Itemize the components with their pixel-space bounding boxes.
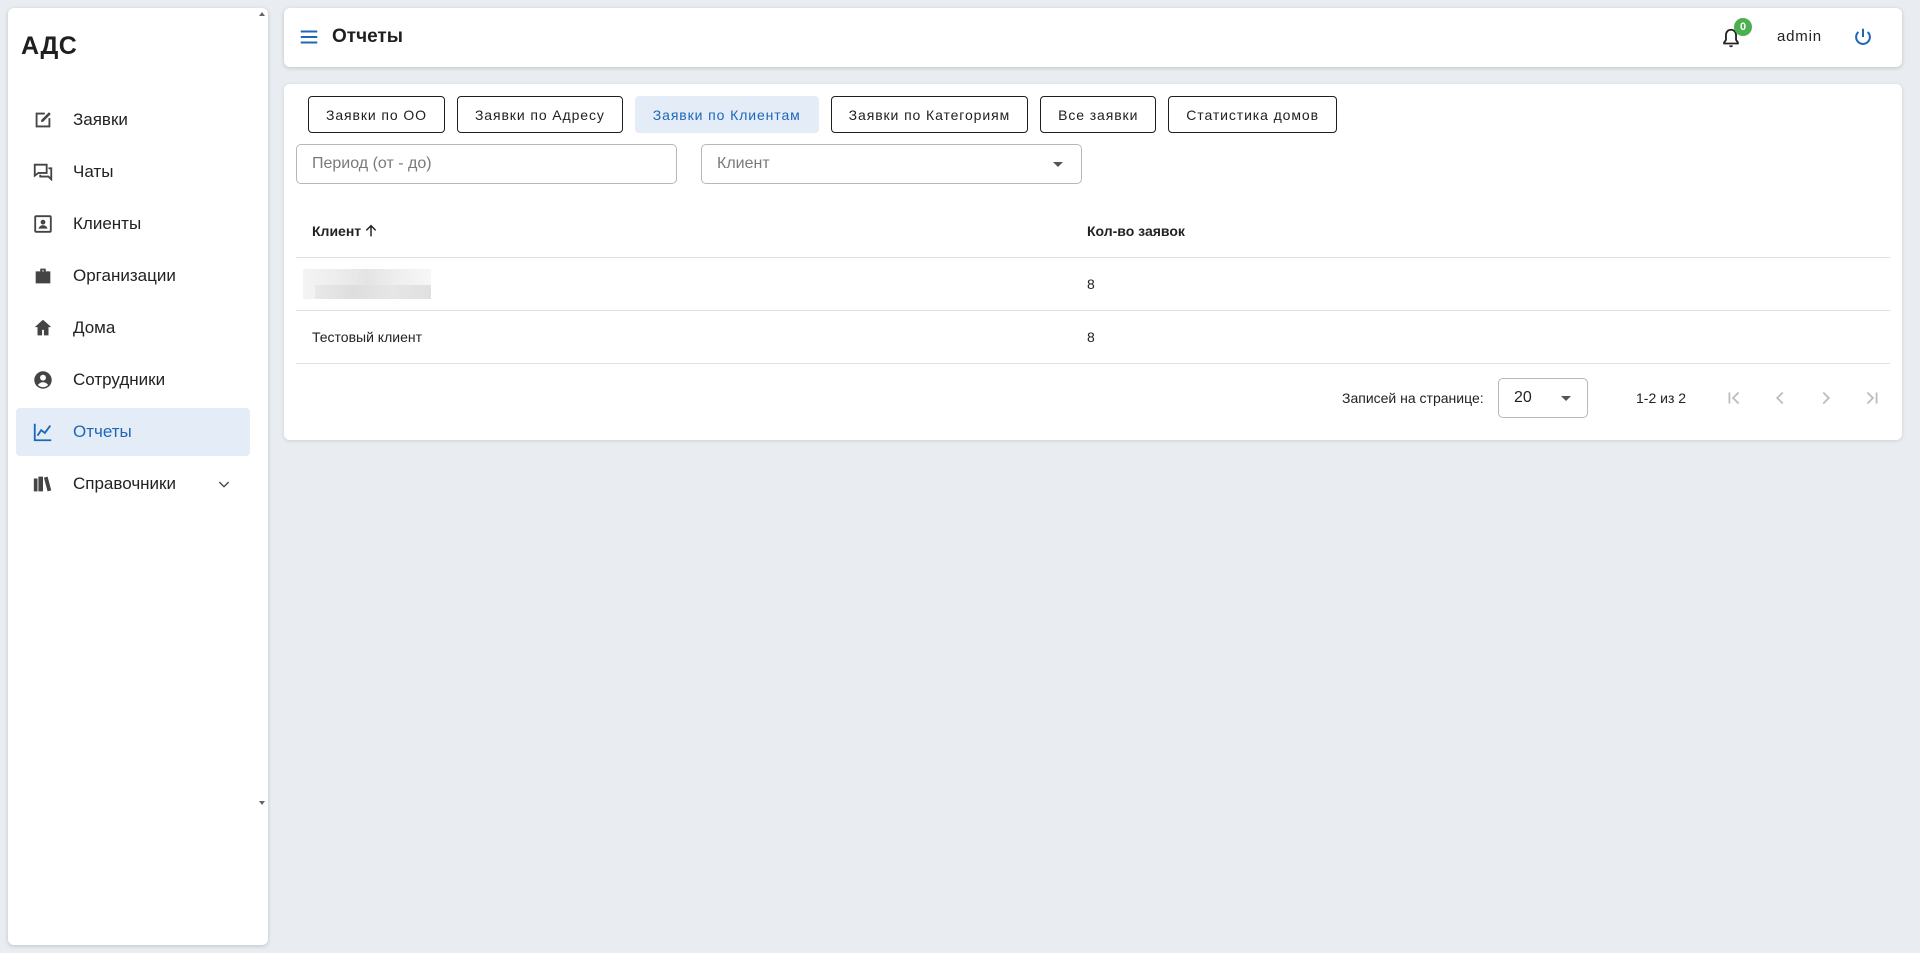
cell-count: 8 [1087,276,1095,292]
tab-requests-by-address[interactable]: Заявки по Адресу [456,96,623,133]
first-page-icon[interactable] [1722,386,1746,410]
scroll-up-arrow[interactable] [259,12,265,16]
sidebar-item-label: Чаты [73,162,114,181]
home-icon [32,317,54,339]
page-title: Отчеты [332,26,403,47]
sort-ascending-icon[interactable] [363,223,379,239]
tab-requests-by-clients[interactable]: Заявки по Клиентам [634,96,819,133]
cell-client [296,269,1087,299]
sidebar-item-label: Организации [73,266,176,285]
table-header: Клиент Кол-во заявок [296,204,1890,258]
client-select-placeholder: Клиент [717,155,770,172]
previous-page-icon[interactable] [1768,386,1792,410]
tab-houses-statistics[interactable]: Статистика домов [1168,96,1337,133]
menu-icon[interactable] [298,26,320,48]
table-row[interactable]: Тестовый клиент 8 [296,311,1890,364]
chat-icon [32,161,54,183]
chart-line-icon [32,421,54,443]
book-icon [32,473,54,495]
user-name[interactable]: admin [1777,28,1822,45]
rows-per-page-select[interactable]: 20 [1498,378,1588,418]
page-range: 1-2 из 2 [1636,390,1687,406]
sidebar-item-label: Сотрудники [73,370,166,389]
tab-requests-by-oo[interactable]: Заявки по ОО [308,96,445,133]
sidebar-nav: Заявки Чаты Клиенты Организации Дома Сот… [16,96,250,512]
sidebar-item-label: Отчеты [73,422,132,441]
contact-icon [32,213,54,235]
table-row[interactable]: 8 [296,258,1890,311]
cell-count: 8 [1087,329,1095,345]
tab-all-requests[interactable]: Все заявки [1040,96,1157,133]
sidebar-item-label: Заявки [73,110,128,129]
caret-down-icon [1053,162,1063,167]
next-page-icon[interactable] [1814,386,1838,410]
scroll-down-arrow[interactable] [259,801,265,805]
column-header-count[interactable]: Кол-во заявок [1087,223,1185,239]
rows-per-page-label: Записей на странице: [1342,390,1484,406]
sidebar: АДС Заявки Чаты Клиенты Организации Дома… [8,8,268,945]
column-header-client[interactable]: Клиент [296,223,1087,239]
period-field[interactable] [296,144,677,184]
briefcase-icon [32,265,54,287]
sidebar-item-employees[interactable]: Сотрудники [16,356,250,404]
account-icon [32,369,54,391]
edit-icon [32,109,54,131]
period-input[interactable] [312,155,676,173]
top-header: Отчеты 0 admin [284,8,1902,67]
chevron-down-icon[interactable] [216,476,232,492]
last-page-icon[interactable] [1860,386,1884,410]
report-table: Клиент Кол-во заявок 8 Тестовый клиент 8 [296,204,1890,364]
sidebar-item-label: Справочники [73,474,176,493]
caret-down-icon [1561,396,1571,401]
sidebar-item-chats[interactable]: Чаты [16,148,250,196]
sidebar-item-label: Клиенты [73,214,142,233]
sidebar-item-reports[interactable]: Отчеты [16,408,250,456]
power-icon[interactable] [1852,26,1874,48]
sidebar-item-requests[interactable]: Заявки [16,96,250,144]
notification-badge: 0 [1734,18,1752,36]
sidebar-item-label: Дома [73,318,116,337]
sidebar-item-clients[interactable]: Клиенты [16,200,250,248]
report-card: Заявки по ОО Заявки по Адресу Заявки по … [284,84,1902,440]
pagination: Записей на странице: 20 1-2 из 2 [284,378,1902,418]
tab-requests-by-categories[interactable]: Заявки по Категориям [830,96,1029,133]
sidebar-item-houses[interactable]: Дома [16,304,250,352]
client-select[interactable]: Клиент [701,144,1082,184]
cell-client: Тестовый клиент [312,329,423,345]
app-logo: АДС [21,32,78,60]
report-tabs: Заявки по ОО Заявки по Адресу Заявки по … [308,96,1349,133]
sidebar-item-directories[interactable]: Справочники [16,460,250,508]
redacted-client-name [303,269,431,299]
sidebar-item-organizations[interactable]: Организации [16,252,250,300]
